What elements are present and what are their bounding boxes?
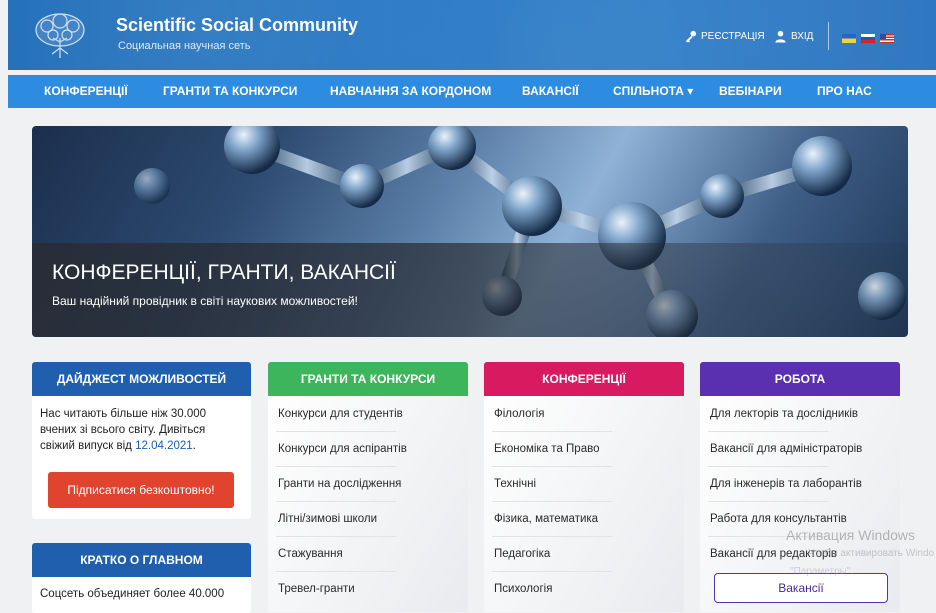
hero-caption-overlay xyxy=(32,243,908,337)
divider xyxy=(276,501,396,502)
digest-heading: ДАЙДЖЕСТ МОЖЛИВОСТЕЙ xyxy=(32,362,251,396)
conf-item-psychology[interactable]: Психологія xyxy=(494,583,552,595)
nav-about[interactable]: ПРО НАС xyxy=(817,75,872,108)
jobs-item-admins[interactable]: Вакансії для адміністраторів xyxy=(710,443,862,455)
login-label: ВХІД xyxy=(791,31,814,42)
nav-webinars[interactable]: ВЕБІНАРИ xyxy=(719,75,782,108)
main-nav: КОНФЕРЕНЦІЇ ГРАНТИ ТА КОНКУРСИ НАВЧАННЯ … xyxy=(8,75,936,108)
nav-conferences[interactable]: КОНФЕРЕНЦІЇ xyxy=(44,75,128,108)
divider xyxy=(276,571,396,572)
conf-item-physics-math[interactable]: Фізика, математика xyxy=(494,513,598,525)
jobs-item-consultants[interactable]: Работа для консультантів xyxy=(710,513,847,525)
divider xyxy=(492,536,612,537)
grants-heading: ГРАНТИ ТА КОНКУРСИ xyxy=(268,362,468,396)
divider xyxy=(708,431,828,432)
vacancies-button[interactable]: Вакансії xyxy=(714,573,888,603)
conferences-panel: КОНФЕРЕНЦІЇ Філологія Економіка та Право… xyxy=(484,362,684,612)
divider xyxy=(276,466,396,467)
hero-title: КОНФЕРЕНЦІЇ, ГРАНТИ, ВАКАНСІЇ xyxy=(52,261,396,284)
digest-panel: ДАЙДЖЕСТ МОЖЛИВОСТЕЙ Нас читають більше … xyxy=(32,362,251,519)
register-label: РЕЄСТРАЦІЯ xyxy=(701,31,765,42)
jobs-item-lecturers[interactable]: Для лекторів та дослідників xyxy=(710,408,858,420)
digest-period: . xyxy=(192,440,196,452)
site-title[interactable]: Scientific Social Community xyxy=(116,15,358,36)
nav-study-abroad[interactable]: НАВЧАННЯ ЗА КОРДОНОМ xyxy=(330,75,491,108)
grants-panel: ГРАНТИ ТА КОНКУРСИ Конкурси для студенті… xyxy=(268,362,468,612)
brief-heading: КРАТКО О ГЛАВНОМ xyxy=(32,543,251,577)
conf-item-philology[interactable]: Філологія xyxy=(494,408,545,420)
divider xyxy=(492,466,612,467)
windows-watermark-params: "Параметры". xyxy=(790,566,854,577)
site-header: Scientific Social Community Социальная н… xyxy=(8,0,936,70)
digest-text: Нас читають більше ніж 30.000 вчених зі … xyxy=(40,406,240,454)
grants-bg-photo xyxy=(268,396,468,612)
site-subtitle: Социальная научная сеть xyxy=(118,40,251,52)
subscribe-button[interactable]: Підписатися безкоштовно! xyxy=(48,472,234,508)
conferences-heading: КОНФЕРЕНЦІЇ xyxy=(484,362,684,396)
grants-item-research[interactable]: Гранти на дослідження xyxy=(278,478,401,490)
grants-item-students[interactable]: Конкурси для студентів xyxy=(278,408,403,420)
header-divider xyxy=(828,22,829,50)
brief-panel: КРАТКО О ГЛАВНОМ Соцсеть объединяет боле… xyxy=(32,543,251,613)
login-link[interactable]: ВХІД xyxy=(774,30,813,43)
digest-date-link[interactable]: 12.04.2021 xyxy=(135,440,193,452)
hero-subtitle: Ваш надійний провідник в світі наукових … xyxy=(52,294,358,308)
register-link[interactable]: РЕЄСТРАЦІЯ xyxy=(684,30,765,43)
divider xyxy=(492,571,612,572)
conferences-bg-photo xyxy=(484,396,684,612)
grants-item-postgrads[interactable]: Конкурси для аспірантів xyxy=(278,443,407,455)
divider xyxy=(276,431,396,432)
nav-grants[interactable]: ГРАНТИ ТА КОНКУРСИ xyxy=(163,75,297,108)
conf-item-technical[interactable]: Технічні xyxy=(494,478,536,490)
divider xyxy=(492,501,612,502)
jobs-heading: РОБОТА xyxy=(700,362,900,396)
divider xyxy=(708,466,828,467)
jobs-item-engineers[interactable]: Для інженерів та лаборантів xyxy=(710,478,862,490)
grants-item-schools[interactable]: Літні/зимові школи xyxy=(278,513,377,525)
flag-us-icon[interactable] xyxy=(880,34,894,43)
logo-tree-icon[interactable] xyxy=(33,8,87,62)
grants-item-travel[interactable]: Тревел-гранти xyxy=(278,583,355,595)
nav-vacancies[interactable]: ВАКАНСІЇ xyxy=(522,75,579,108)
conf-item-economics-law[interactable]: Економіка та Право xyxy=(494,443,599,455)
windows-watermark-text: Чтобы активировать Windo xyxy=(808,548,935,559)
grants-item-internships[interactable]: Стажування xyxy=(278,548,343,560)
divider xyxy=(492,431,612,432)
flag-ru-icon[interactable] xyxy=(861,34,875,43)
key-icon xyxy=(685,30,697,43)
user-icon xyxy=(775,30,786,43)
nav-community-dropdown[interactable]: СПІЛЬНОТА ▾ xyxy=(613,75,693,108)
hero-banner[interactable]: КОНФЕРЕНЦІЇ, ГРАНТИ, ВАКАНСІЇ Ваш надійн… xyxy=(32,126,908,337)
flag-ua-icon[interactable] xyxy=(842,34,856,43)
conf-item-pedagogy[interactable]: Педагогіка xyxy=(494,548,550,560)
brief-text: Соцсеть объединяет более 40.000 xyxy=(40,588,225,600)
divider xyxy=(276,536,396,537)
divider xyxy=(708,501,828,502)
windows-watermark-title: Активация Windows xyxy=(786,527,916,543)
